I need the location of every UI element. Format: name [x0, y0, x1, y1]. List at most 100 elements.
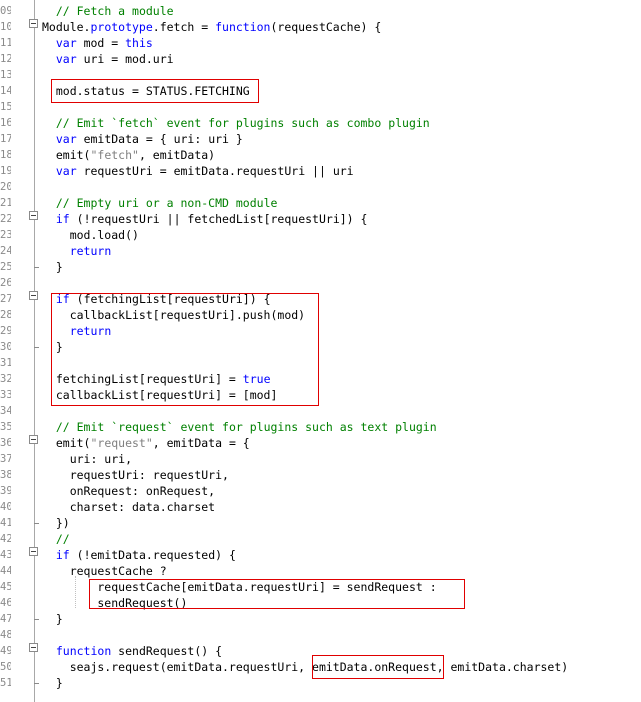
code-token: (!emitData.requested) { [69, 548, 236, 562]
code-line[interactable]: 17 var emitData = { uri: uri } [0, 131, 641, 147]
code-line[interactable]: 27 if (fetchingList[requestUri]) { [0, 291, 641, 307]
code-text: callbackList[requestUri].push(mod) [42, 307, 305, 323]
code-line[interactable]: 32 fetchingList[requestUri] = true [0, 371, 641, 387]
line-number: 29 [0, 325, 11, 337]
code-token: seajs.request(emitData.requestUri, emitD… [42, 660, 569, 674]
code-line[interactable]: 24 return [0, 243, 641, 259]
code-line[interactable]: 31 [0, 355, 641, 371]
line-number: 39 [0, 485, 11, 497]
fold-toggle-icon[interactable] [29, 435, 38, 444]
code-text: requestCache[emitData.requestUri] = send… [42, 579, 436, 595]
code-line[interactable]: 33 callbackList[requestUri] = [mod] [0, 387, 641, 403]
keyword-token: true [242, 372, 271, 386]
keyword-token: if [55, 292, 70, 306]
code-line[interactable]: 26 [0, 275, 641, 291]
code-line[interactable]: 39 onRequest: onRequest, [0, 483, 641, 499]
fold-toggle-icon[interactable] [29, 291, 38, 300]
code-text: seajs.request(emitData.requestUri, emitD… [42, 659, 569, 675]
code-line[interactable]: 14 mod.status = STATUS.FETCHING [0, 83, 641, 99]
code-line[interactable]: 16 // Emit `fetch` event for plugins suc… [0, 115, 641, 131]
code-line[interactable]: 21 // Empty uri or a non-CMD module [0, 195, 641, 211]
code-text: Module.prototype.fetch = function(reques… [42, 19, 381, 35]
code-token: onRequest: onRequest, [42, 484, 216, 498]
code-token: mod.load() [42, 228, 139, 242]
code-line[interactable]: 43 if (!emitData.requested) { [0, 547, 641, 563]
comment-token: // Empty uri or a non-CMD module [55, 196, 278, 210]
code-text: fetchingList[requestUri] = true [42, 371, 271, 387]
code-token: mod.status = STATUS.FETCHING [42, 84, 250, 98]
code-line[interactable]: 15 [0, 99, 641, 115]
code-line[interactable]: 20 [0, 179, 641, 195]
code-line[interactable]: 38 requestUri: requestUri, [0, 467, 641, 483]
code-token: charset: data.charset [42, 500, 216, 514]
line-number: 24 [0, 245, 11, 257]
code-text: mod.status = STATUS.FETCHING [42, 83, 250, 99]
code-line[interactable]: 46 sendRequest() [0, 595, 641, 611]
keyword-token: if [55, 548, 70, 562]
code-line[interactable]: 10 Module.prototype.fetch = function(requ… [0, 19, 641, 35]
code-token: callbackList[requestUri].push(mod) [42, 308, 306, 322]
keyword-token: function [55, 644, 112, 658]
code-line[interactable]: 35 // Emit `request` event for plugins s… [0, 419, 641, 435]
keyword-token: var [55, 52, 77, 66]
code-line[interactable]: 48 [0, 627, 641, 643]
code-line[interactable]: 18 emit("fetch", emitData) [0, 147, 641, 163]
line-number: 12 [0, 53, 11, 65]
code-line[interactable]: 28 callbackList[requestUri].push(mod) [0, 307, 641, 323]
line-number: 25 [0, 261, 11, 273]
line-number: 20 [0, 181, 11, 193]
code-line[interactable]: 25 } [0, 259, 641, 275]
line-number: 47 [0, 613, 11, 625]
code-line[interactable]: 23 mod.load() [0, 227, 641, 243]
code-text: uri: uri, [42, 451, 132, 467]
code-line[interactable]: 30 } [0, 339, 641, 355]
keyword-token: return [69, 244, 112, 258]
code-line[interactable]: 09 // Fetch a module [0, 3, 641, 19]
code-line[interactable]: 44 requestCache ? [0, 563, 641, 579]
code-text: sendRequest() [42, 595, 187, 611]
line-number: 16 [0, 117, 11, 129]
code-line[interactable]: 36 emit("request", emitData = { [0, 435, 641, 451]
code-line[interactable]: 41 }) [0, 515, 641, 531]
code-text: emit("fetch", emitData) [42, 147, 215, 163]
comment-token: // Emit `fetch` event for plugins such a… [55, 116, 430, 130]
code-line[interactable]: 11 var mod = this [0, 35, 641, 51]
code-line[interactable]: 13 [0, 67, 641, 83]
code-line[interactable]: 40 charset: data.charset [0, 499, 641, 515]
code-line[interactable]: 22 if (!requestUri || fetchedList[reques… [0, 211, 641, 227]
comment-token: // Emit `request` event for plugins such… [55, 420, 437, 434]
code-line[interactable]: 47 } [0, 611, 641, 627]
fold-toggle-icon[interactable] [29, 643, 38, 652]
code-line[interactable]: 37 uri: uri, [0, 451, 641, 467]
code-line[interactable]: 50 seajs.request(emitData.requestUri, em… [0, 659, 641, 675]
code-token: , emitData = { [152, 436, 250, 450]
code-token: emit( [42, 436, 91, 450]
keyword-token: var [55, 164, 77, 178]
fold-toggle-icon[interactable] [29, 547, 38, 556]
string-token: "request" [90, 436, 153, 450]
code-token: .fetch = [152, 20, 216, 34]
code-editor[interactable]: 09 // Fetch a module 10 Module.prototype.f… [0, 0, 641, 702]
line-number: 37 [0, 453, 11, 465]
fold-toggle-icon[interactable] [29, 211, 38, 220]
code-text: var emitData = { uri: uri } [42, 131, 243, 147]
fold-toggle-icon[interactable] [29, 19, 38, 28]
code-line[interactable]: 45 requestCache[emitData.requestUri] = s… [0, 579, 641, 595]
code-line[interactable]: 49 function sendRequest() { [0, 643, 641, 659]
code-line[interactable]: 29 return [0, 323, 641, 339]
line-number: 23 [0, 229, 11, 241]
code-line[interactable]: 19 var requestUri = emitData.requestUri … [0, 163, 641, 179]
code-line[interactable]: 34 [0, 403, 641, 419]
code-token: uri = mod.uri [76, 52, 174, 66]
code-line[interactable]: 42 // [0, 531, 641, 547]
code-text: requestUri: requestUri, [42, 467, 229, 483]
code-line[interactable]: 51 } [0, 675, 641, 691]
code-line[interactable]: 12 var uri = mod.uri [0, 51, 641, 67]
code-token: (requestCache) { [270, 20, 382, 34]
string-token: "fetch" [90, 148, 139, 162]
